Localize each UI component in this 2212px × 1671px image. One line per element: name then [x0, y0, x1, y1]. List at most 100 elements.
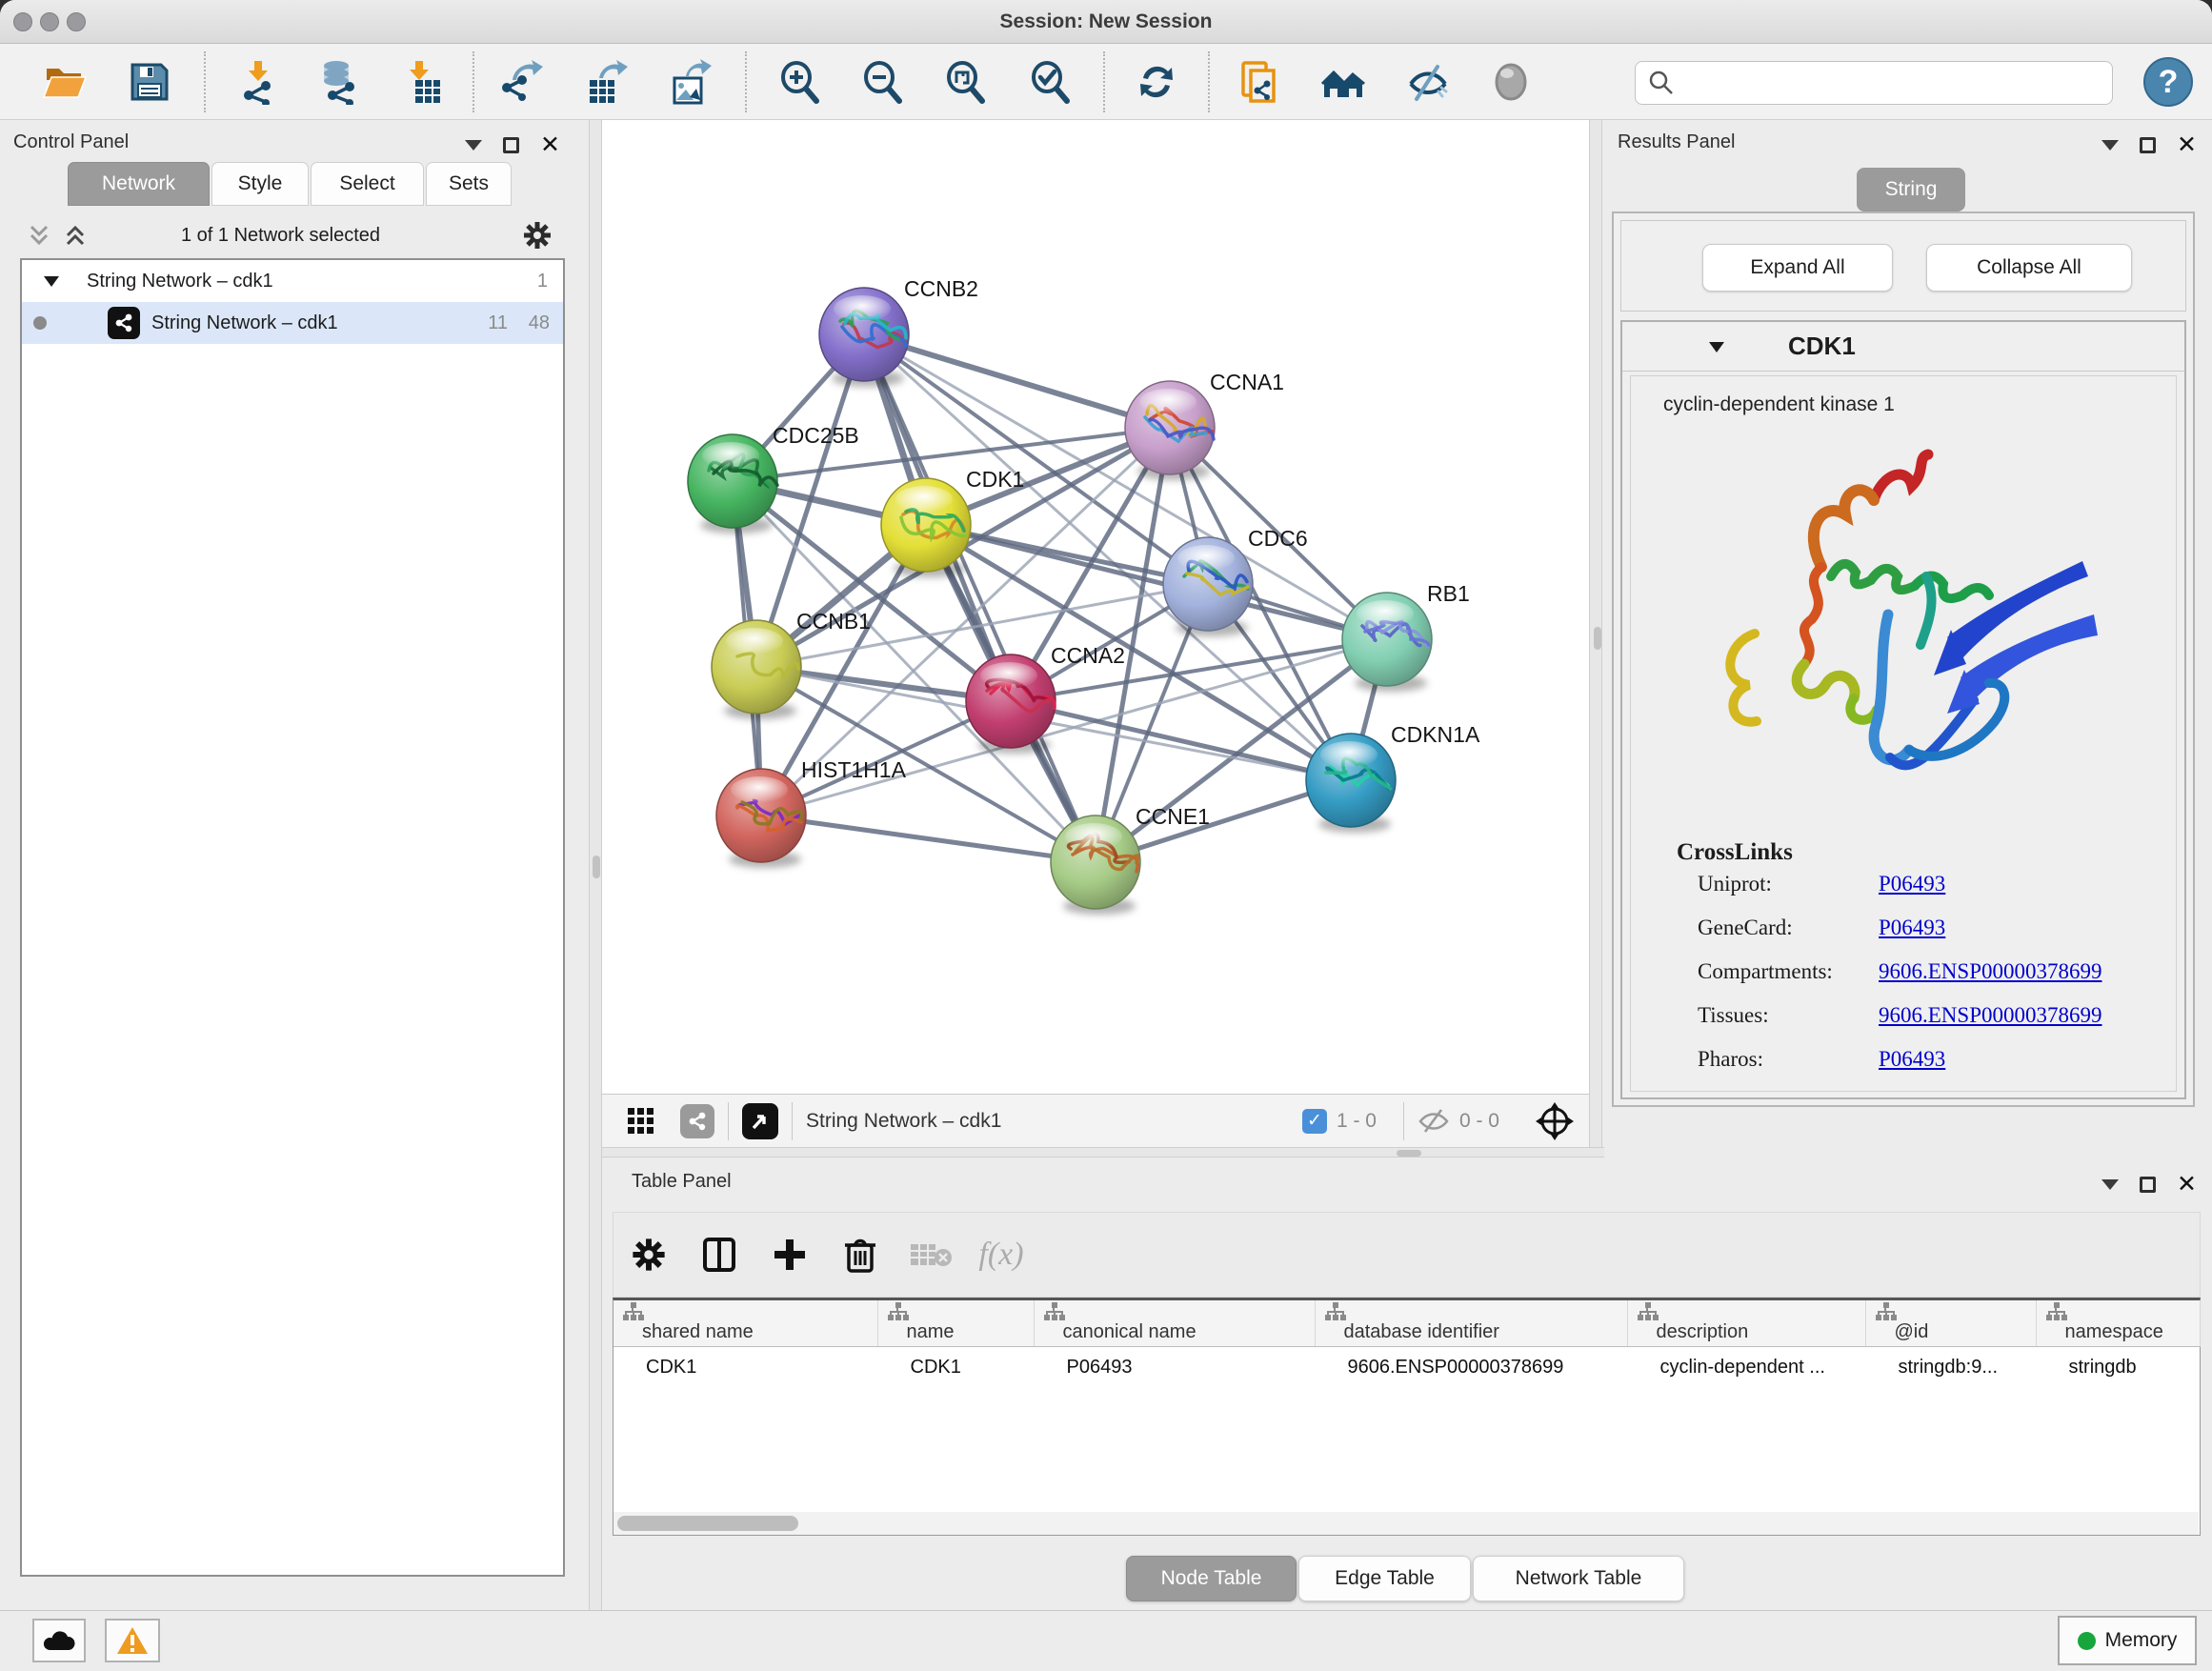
maximize-panel-icon[interactable]	[2140, 137, 2156, 153]
crosslink-link[interactable]: P06493	[1879, 872, 1945, 896]
tab-select[interactable]: Select	[311, 162, 424, 206]
memory-button[interactable]: Memory	[2058, 1616, 2197, 1665]
expand-all-button[interactable]: Expand All	[1702, 244, 1893, 292]
show-columns-button[interactable]	[684, 1226, 754, 1283]
column-header[interactable]: name	[877, 1300, 1034, 1346]
gene-section-header[interactable]: CDK1	[1622, 322, 2184, 372]
status-bar: Memory	[0, 1610, 2212, 1671]
eye-slash-icon	[1405, 59, 1451, 105]
toolbar-search[interactable]	[1635, 61, 2113, 105]
close-panel-icon[interactable]: ✕	[2177, 135, 2197, 154]
horizontal-splitter-handle[interactable]	[1397, 1150, 1421, 1157]
crosslink-link[interactable]: 9606.ENSP00000378699	[1879, 959, 2102, 984]
open-session-button[interactable]	[40, 57, 90, 107]
help-button[interactable]: ?	[2143, 57, 2193, 107]
scrollbar-thumb[interactable]	[617, 1516, 798, 1531]
node-table[interactable]: shared name name canonical name database…	[613, 1298, 2201, 1536]
cloud-status-button[interactable]	[32, 1619, 86, 1662]
column-header[interactable]: namespace	[2036, 1300, 2200, 1346]
network-canvas[interactable]: CCNB2CCNA1CDC25BCDK1CDC6RB1CCNB1CCNA2CDK…	[602, 120, 1589, 1094]
warning-status-button[interactable]	[105, 1619, 160, 1662]
collapse-all-chevrons-icon[interactable]	[63, 223, 88, 248]
section-expander-icon[interactable]	[1708, 340, 1725, 353]
tab-node-table[interactable]: Node Table	[1126, 1556, 1297, 1601]
save-session-button[interactable]	[125, 57, 174, 107]
import-table-button[interactable]	[398, 57, 448, 107]
node-label-RB1: RB1	[1427, 581, 1470, 606]
network-graph[interactable]: CCNB2CCNA1CDC25BCDK1CDC6RB1CCNB1CCNA2CDK…	[602, 120, 1589, 1094]
expand-all-chevrons-icon[interactable]	[27, 223, 51, 248]
gene-section: CDK1 cyclin-dependent kinase 1	[1620, 320, 2186, 1099]
left-splitter-handle[interactable]	[593, 856, 600, 878]
float-panel-icon[interactable]	[465, 140, 482, 151]
gear-icon[interactable]	[522, 220, 553, 251]
right-splitter[interactable]	[1589, 120, 1602, 1158]
network-collection-row[interactable]: String Network – cdk1 1	[22, 260, 563, 302]
network-edge-CCNB2-CCNA1[interactable]	[864, 334, 1170, 428]
network-row-selected[interactable]: String Network – cdk1 11 48	[22, 302, 563, 344]
network-icon-button[interactable]	[680, 1104, 714, 1138]
import-network-from-database-button[interactable]	[313, 57, 363, 107]
float-panel-icon[interactable]	[2101, 140, 2119, 151]
import-network-icon	[235, 59, 281, 105]
zoom-in-button[interactable]	[775, 57, 825, 107]
grid-view-icon[interactable]	[627, 1107, 655, 1136]
tree-expander-icon[interactable]	[43, 274, 60, 288]
import-network-button[interactable]	[233, 57, 283, 107]
export-image-button[interactable]	[665, 57, 714, 107]
maximize-panel-icon[interactable]	[503, 137, 519, 153]
column-header[interactable]: database identifier	[1315, 1300, 1627, 1346]
hidden-eye-icon[interactable]	[1418, 1107, 1450, 1136]
apply-layout-button[interactable]	[1132, 57, 1181, 107]
maximize-panel-icon[interactable]	[2140, 1177, 2156, 1193]
zoom-out-button[interactable]	[858, 57, 908, 107]
network-edge-HIST1H1A-CCNE1[interactable]	[761, 815, 1096, 862]
cloud-icon	[43, 1629, 75, 1652]
node-gloss	[1320, 741, 1377, 768]
add-column-button[interactable]	[754, 1226, 825, 1283]
export-network-button[interactable]	[497, 57, 547, 107]
node-label-CDC25B: CDC25B	[773, 423, 859, 448]
crosslink-link[interactable]: P06493	[1879, 916, 1945, 940]
right-splitter-handle[interactable]	[1594, 627, 1601, 650]
tab-edge-table[interactable]: Edge Table	[1298, 1556, 1471, 1601]
hide-unhide-button[interactable]	[1403, 57, 1453, 107]
column-header[interactable]: canonical name	[1034, 1300, 1315, 1346]
selected-indicator-checkbox[interactable]: ✓	[1302, 1109, 1327, 1134]
left-splitter[interactable]	[589, 120, 602, 1610]
table-settings-button[interactable]	[613, 1226, 684, 1283]
tab-sets[interactable]: Sets	[426, 162, 512, 206]
float-panel-icon[interactable]	[2101, 1179, 2119, 1190]
search-input[interactable]	[1683, 64, 2112, 102]
tab-string[interactable]: String	[1857, 168, 1965, 211]
tab-network-table[interactable]: Network Table	[1473, 1556, 1684, 1601]
double-home-icon	[1321, 59, 1367, 105]
selected-node-edge-count: 1 - 0	[1337, 1110, 1377, 1133]
tab-style[interactable]: Style	[211, 162, 309, 206]
column-header[interactable]: description	[1627, 1300, 1865, 1346]
export-table-button[interactable]	[582, 57, 632, 107]
network-edge-CCNB2-CCNE1[interactable]	[864, 334, 1096, 862]
column-header[interactable]: @id	[1865, 1300, 2036, 1346]
overview-toggle-button[interactable]	[742, 1103, 778, 1139]
import-table-icon	[400, 59, 446, 105]
table-toolbar: f(x)	[613, 1212, 2201, 1298]
close-panel-icon[interactable]: ✕	[540, 135, 560, 154]
crosslink-link[interactable]: 9606.ENSP00000378699	[1879, 1003, 2102, 1028]
tab-network[interactable]: Network	[68, 162, 210, 206]
delete-column-button[interactable]	[825, 1226, 895, 1283]
control-panel-controls: ✕	[465, 135, 560, 154]
zoom-fit-button[interactable]	[941, 57, 991, 107]
close-panel-icon[interactable]: ✕	[2177, 1175, 2197, 1194]
crosslink-link[interactable]: P06493	[1879, 1047, 1945, 1072]
pan-crosshair-icon[interactable]	[1534, 1100, 1576, 1142]
node-label-CDK1: CDK1	[966, 467, 1024, 492]
clone-network-button[interactable]	[1236, 57, 1285, 107]
preview-button[interactable]	[1486, 57, 1536, 107]
table-row[interactable]: CDK1 CDK1 P06493 9606.ENSP00000378699 cy…	[613, 1346, 2200, 1388]
column-header[interactable]: shared name	[613, 1300, 877, 1346]
collapse-all-button[interactable]: Collapse All	[1926, 244, 2132, 292]
show-all-networks-button[interactable]	[1319, 57, 1369, 107]
horizontal-scrollbar[interactable]	[613, 1512, 2199, 1535]
zoom-selected-button[interactable]	[1026, 57, 1076, 107]
